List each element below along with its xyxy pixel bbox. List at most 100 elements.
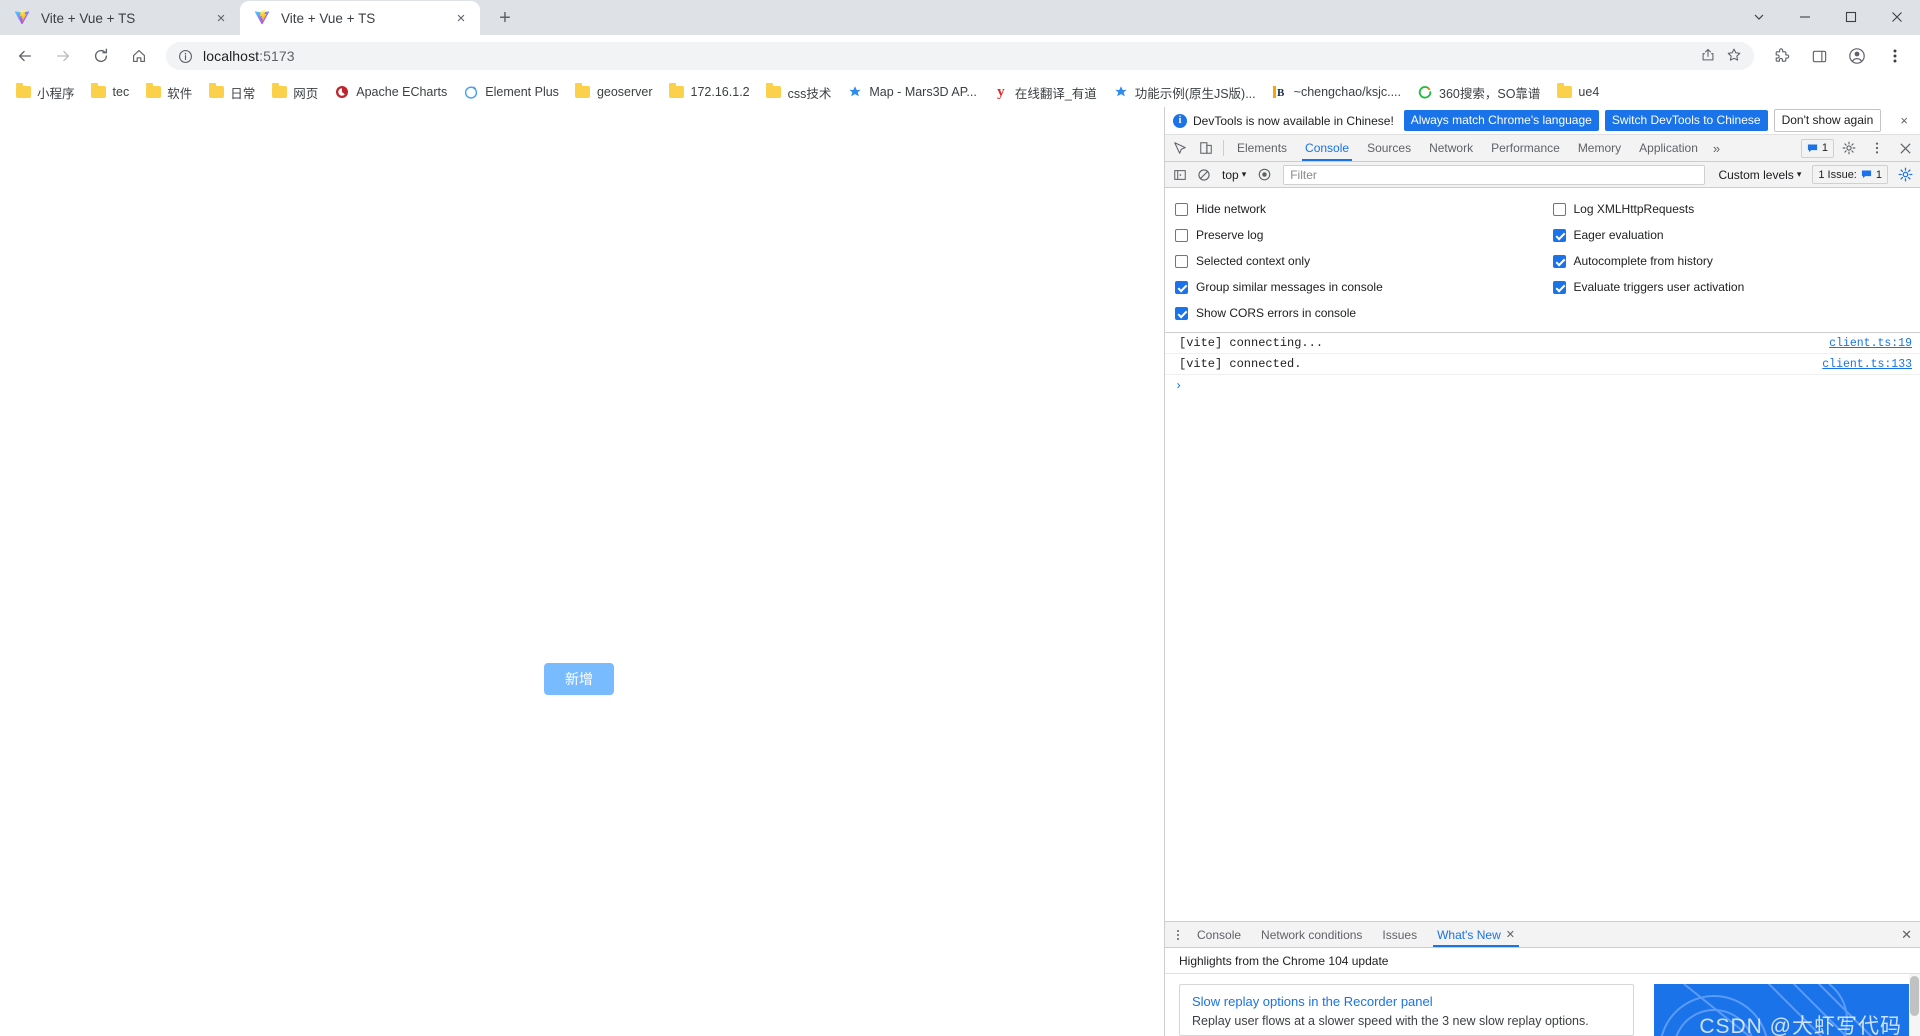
clear-console-icon[interactable] (1193, 165, 1215, 185)
tab-network[interactable]: Network (1420, 135, 1482, 161)
setting-show-cors-errors[interactable]: Show CORS errors in console (1175, 300, 1533, 326)
setting-selected-context-only[interactable]: Selected context only (1175, 248, 1533, 274)
console-message[interactable]: [vite] connected. client.ts:133 (1165, 354, 1920, 375)
bookmark-item[interactable]: 日常 (201, 80, 262, 105)
avatar-icon[interactable] (1840, 39, 1874, 73)
tab-sources[interactable]: Sources (1358, 135, 1420, 161)
folder-icon (271, 83, 287, 100)
browser-tab-1[interactable]: Vite + Vue + TS × (0, 1, 240, 35)
drawer-tab-console[interactable]: Console (1187, 922, 1251, 947)
console-settings-gear-icon[interactable] (1894, 165, 1916, 185)
console-message[interactable]: [vite] connecting... client.ts:19 (1165, 333, 1920, 354)
close-icon[interactable]: ✕ (1506, 928, 1515, 941)
tab-search-chevron-icon[interactable] (1736, 0, 1782, 33)
setting-hide-network[interactable]: Hide network (1175, 196, 1533, 222)
drawer-menu-icon[interactable] (1169, 925, 1187, 945)
tab-application[interactable]: Application (1630, 135, 1707, 161)
browser-tab-2[interactable]: Vite + Vue + TS × (240, 1, 480, 35)
log-level-selector[interactable]: Custom levels ▾ (1713, 165, 1806, 185)
new-tab-button[interactable]: + (490, 3, 520, 33)
console-prompt[interactable]: › (1165, 375, 1920, 397)
bookmark-item[interactable]: geoserver (568, 81, 660, 103)
inspect-element-icon[interactable] (1167, 136, 1193, 160)
dont-show-again-button[interactable]: Don't show again (1773, 108, 1882, 133)
maximize-button[interactable] (1828, 0, 1874, 33)
checkbox[interactable] (1175, 280, 1188, 294)
info-circle-icon[interactable] (178, 49, 193, 64)
tab-close-button[interactable]: × (452, 9, 470, 27)
console-message-source-link[interactable]: client.ts:19 (1829, 337, 1912, 350)
close-window-button[interactable] (1874, 0, 1920, 33)
scrollbar-thumb[interactable] (1910, 976, 1919, 1016)
whats-new-scrollbar[interactable] (1909, 974, 1920, 1036)
drawer-tab-whats-new[interactable]: What's New ✕ (1427, 922, 1525, 947)
extensions-puzzle-icon[interactable] (1764, 39, 1798, 73)
share-icon[interactable] (1700, 47, 1716, 66)
console-message-source-link[interactable]: client.ts:133 (1822, 358, 1912, 371)
tab-memory[interactable]: Memory (1569, 135, 1630, 161)
always-match-language-button[interactable]: Always match Chrome's language (1403, 109, 1599, 132)
console-issues-button[interactable]: 1 Issue: 1 (1812, 165, 1888, 184)
checkbox[interactable] (1175, 228, 1188, 242)
tab-elements[interactable]: Elements (1228, 135, 1296, 161)
bookmark-item[interactable]: css技术 (759, 80, 839, 105)
checkbox[interactable] (1175, 202, 1188, 216)
tab-performance[interactable]: Performance (1482, 135, 1569, 161)
device-toolbar-icon[interactable] (1193, 136, 1219, 160)
gear-icon[interactable] (1836, 136, 1862, 160)
bookmark-item[interactable]: 网页 (264, 80, 325, 105)
tab-console[interactable]: Console (1296, 135, 1358, 161)
three-dot-menu-icon[interactable] (1864, 136, 1890, 160)
checkbox[interactable] (1552, 280, 1566, 294)
setting-preserve-log[interactable]: Preserve log (1175, 222, 1533, 248)
home-button[interactable] (122, 39, 156, 73)
checkbox[interactable] (1552, 228, 1566, 242)
setting-group-similar[interactable]: Group similar messages in console (1175, 274, 1533, 300)
setting-autocomplete-history[interactable]: Autocomplete from history (1552, 248, 1911, 274)
bookmark-item[interactable]: 小程序 (8, 80, 82, 105)
tab-close-button[interactable]: × (212, 9, 230, 27)
setting-log-xhr[interactable]: Log XMLHttpRequests (1552, 196, 1911, 222)
live-expression-eye-icon[interactable] (1253, 165, 1275, 185)
bookmark-item[interactable]: ue4 (1549, 81, 1606, 103)
bookmark-item[interactable]: B ~chengchao/ksjc.... (1265, 81, 1408, 103)
bookmark-item[interactable]: y 在线翻译_有道 (986, 80, 1104, 105)
star-icon[interactable] (1726, 47, 1742, 66)
forward-button[interactable] (46, 39, 80, 73)
whats-new-card[interactable]: Slow replay options in the Recorder pane… (1179, 984, 1634, 1036)
switch-devtools-language-button[interactable]: Switch DevTools to Chinese (1604, 109, 1768, 132)
reload-button[interactable] (84, 39, 118, 73)
console-sidebar-icon[interactable] (1169, 165, 1191, 185)
console-message-list[interactable]: [vite] connecting... client.ts:19 [vite]… (1165, 333, 1920, 921)
bookmark-item[interactable]: 软件 (138, 80, 199, 105)
checkbox[interactable] (1175, 254, 1188, 268)
close-icon[interactable]: × (1896, 113, 1912, 128)
bookmark-item[interactable]: Element Plus (456, 81, 566, 103)
whats-new-card-title[interactable]: Slow replay options in the Recorder pane… (1192, 994, 1621, 1009)
bookmark-item[interactable]: 360搜索，SO靠谱 (1410, 80, 1547, 105)
three-dot-menu-icon[interactable] (1878, 39, 1912, 73)
bookmark-item[interactable]: Map - Mars3D AP... (840, 81, 983, 103)
setting-eager-evaluation[interactable]: Eager evaluation (1552, 222, 1911, 248)
console-filter-input[interactable] (1283, 164, 1706, 185)
bookmark-item[interactable]: tec (84, 81, 137, 103)
checkbox[interactable] (1552, 202, 1566, 216)
drawer-close-button[interactable]: ✕ (1901, 927, 1920, 943)
more-tabs-icon[interactable]: » (1707, 141, 1726, 156)
address-bar[interactable]: localhost:5173 (166, 42, 1754, 70)
minimize-button[interactable] (1782, 0, 1828, 33)
execution-context-selector[interactable]: top ▾ (1217, 165, 1251, 185)
bookmark-item[interactable]: 172.16.1.2 (662, 81, 757, 103)
issues-badge[interactable]: 1 (1800, 138, 1834, 158)
add-button[interactable]: 新增 (544, 663, 614, 695)
setting-evaluate-user-activation[interactable]: Evaluate triggers user activation (1552, 274, 1911, 300)
drawer-tab-network-conditions[interactable]: Network conditions (1251, 922, 1372, 947)
back-button[interactable] (8, 39, 42, 73)
drawer-tab-issues[interactable]: Issues (1372, 922, 1427, 947)
checkbox[interactable] (1175, 306, 1188, 320)
bookmark-item[interactable]: Apache ECharts (327, 81, 454, 103)
side-panel-icon[interactable] (1802, 39, 1836, 73)
bookmark-item[interactable]: 功能示例(原生JS版)... (1106, 80, 1263, 105)
close-devtools-icon[interactable] (1892, 136, 1918, 160)
checkbox[interactable] (1552, 254, 1566, 268)
